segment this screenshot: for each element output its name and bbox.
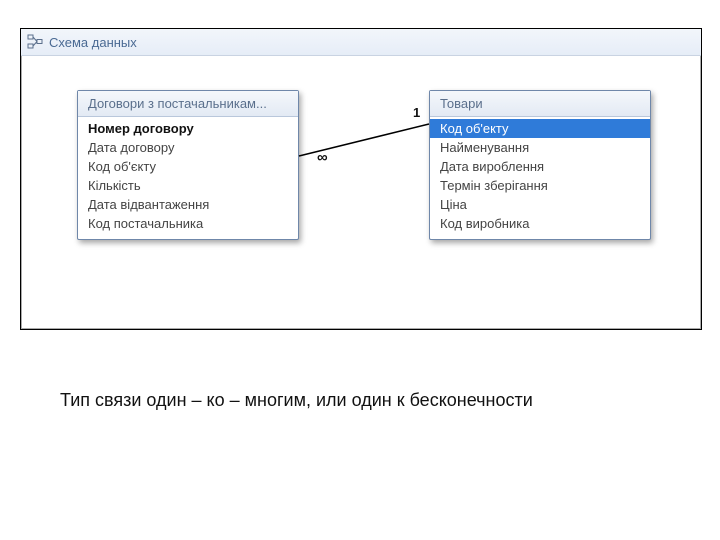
field-item[interactable]: Код виробника [430, 214, 650, 233]
slide-caption: Тип связи один – ко – многим, или один к… [60, 390, 533, 411]
schema-window: Схема данных Договори з постачальникам..… [20, 28, 702, 330]
field-item[interactable]: Кількість [78, 176, 298, 195]
window-title: Схема данных [49, 35, 137, 50]
relationships-icon [27, 34, 43, 50]
cardinality-one: 1 [413, 105, 420, 120]
relationships-canvas[interactable]: Договори з постачальникам... Номер догов… [21, 56, 701, 330]
table-header-contracts[interactable]: Договори з постачальникам... [78, 91, 298, 117]
field-item[interactable]: Номер договору [78, 119, 298, 138]
field-item[interactable]: Термін зберігання [430, 176, 650, 195]
table-header-goods[interactable]: Товари [430, 91, 650, 117]
field-item[interactable]: Дата відвантаження [78, 195, 298, 214]
cardinality-many: ∞ [317, 149, 328, 166]
field-item[interactable]: Код об'єкту [78, 157, 298, 176]
field-item[interactable]: Код постачальника [78, 214, 298, 233]
table-goods[interactable]: Товари Код об'екту Найменування Дата вир… [429, 90, 651, 240]
table-body-contracts: Номер договору Дата договору Код об'єкту… [78, 117, 298, 239]
field-item[interactable]: Ціна [430, 195, 650, 214]
table-body-goods: Код об'екту Найменування Дата вироблення… [430, 117, 650, 239]
table-contracts[interactable]: Договори з постачальникам... Номер догов… [77, 90, 299, 240]
field-item[interactable]: Найменування [430, 138, 650, 157]
field-item[interactable]: Дата вироблення [430, 157, 650, 176]
field-item[interactable]: Код об'екту [430, 119, 650, 138]
field-item[interactable]: Дата договору [78, 138, 298, 157]
window-titlebar[interactable]: Схема данных [21, 29, 701, 56]
